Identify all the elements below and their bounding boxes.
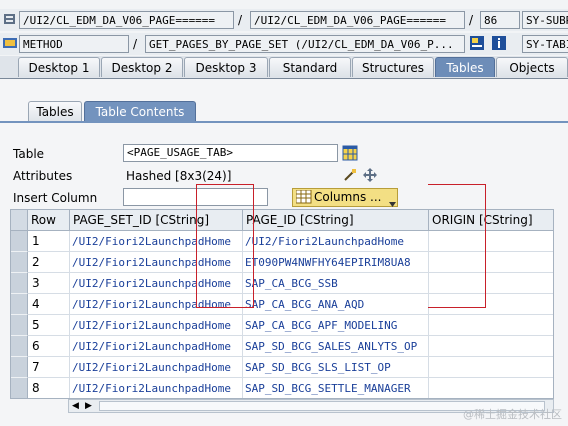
cell-origin[interactable] [429, 231, 553, 252]
cell-page-set-id[interactable]: /UI2/Fiori2LaunchpadHome [70, 315, 243, 336]
info-icon[interactable] [491, 35, 507, 51]
column-header-origin[interactable]: ORIGIN [CString] [429, 210, 553, 231]
tab-structures[interactable]: Structures [352, 57, 434, 77]
display-icon[interactable] [469, 35, 485, 51]
columns-button[interactable]: Columns ... [292, 188, 398, 207]
row-selector[interactable] [11, 357, 28, 378]
tab-objects[interactable]: Objects [496, 57, 568, 77]
watermark: @稀土掘金技术社区 [463, 408, 562, 421]
header-row-2: METHOD / GET_PAGES_BY_PAGE_SET (/UI2/CL_… [0, 33, 568, 55]
cell-page-set-id[interactable]: /UI2/Fiori2LaunchpadHome [70, 294, 243, 315]
insert-column-label: Insert Column [13, 191, 98, 205]
cell-page-set-id[interactable]: /UI2/Fiori2LaunchpadHome [70, 357, 243, 378]
row-selector[interactable] [11, 252, 28, 273]
edit-icon[interactable] [342, 167, 358, 183]
subtab-underline [0, 121, 568, 123]
annotation-line [196, 184, 197, 308]
annotation-line [196, 184, 254, 185]
cell-page-set-id[interactable]: /UI2/Fiori2LaunchpadHome [70, 252, 243, 273]
move-icon[interactable] [362, 167, 378, 183]
cell-page-set-id[interactable]: /UI2/Fiori2LaunchpadHome [70, 231, 243, 252]
column-header-page-id[interactable]: PAGE_ID [CString] [243, 210, 429, 231]
scroll-right-icon[interactable]: ▶ [85, 401, 92, 411]
tab-desktop-1[interactable]: Desktop 1 [18, 57, 100, 77]
cell-row[interactable]: 5 [28, 315, 70, 336]
line-number-field[interactable]: 86 [480, 11, 520, 29]
column-header-row[interactable]: Row [28, 210, 70, 231]
breakpoint-icon[interactable] [2, 11, 18, 27]
include-field[interactable]: /UI2/CL_EDM_DA_V06_PAGE====== [250, 11, 465, 29]
cell-page-id[interactable]: SAP_SD_BCG_SALES_ANLYTS_OP [243, 336, 429, 357]
event-type-field[interactable]: METHOD [19, 35, 129, 53]
method-icon [2, 35, 18, 51]
table-contents-grid: Row PAGE_SET_ID [CString] PAGE_ID [CStri… [10, 209, 554, 399]
cell-page-id[interactable]: ET090PW4NWFHY64EPIRIM8UA8 [243, 252, 429, 273]
event-name-field[interactable]: GET_PAGES_BY_PAGE_SET (/UI2/CL_EDM_DA_V0… [145, 35, 465, 53]
columns-grid-icon [295, 189, 312, 209]
cell-origin[interactable] [429, 336, 553, 357]
cell-page-id[interactable]: /UI2/Fiori2LaunchpadHome [243, 231, 429, 252]
row-selector[interactable] [11, 294, 28, 315]
row-selector[interactable] [11, 273, 28, 294]
annotation-line [253, 184, 254, 308]
table-view-icon[interactable] [342, 145, 358, 161]
cell-page-set-id[interactable]: /UI2/Fiori2LaunchpadHome [70, 273, 243, 294]
row-selector[interactable] [11, 315, 28, 336]
tab-desktop-3[interactable]: Desktop 3 [184, 57, 268, 77]
cell-page-id[interactable]: SAP_CA_BCG_SSB [243, 273, 429, 294]
row-selector[interactable] [11, 378, 28, 398]
cell-origin[interactable] [429, 378, 553, 398]
subtab-tables[interactable]: Tables [28, 101, 82, 121]
table-label: Table [13, 147, 45, 161]
separator: / [469, 13, 474, 27]
cell-row[interactable]: 1 [28, 231, 70, 252]
table-name-input[interactable]: <PAGE_USAGE_TAB> [123, 144, 338, 162]
cell-origin[interactable] [429, 294, 553, 315]
cell-row[interactable]: 8 [28, 378, 70, 398]
scroll-left-icon[interactable]: ◀ [72, 401, 79, 411]
program-field[interactable]: /UI2/CL_EDM_DA_V06_PAGE====== [19, 11, 234, 29]
attributes-value: Hashed [8x3(24)] [126, 169, 232, 183]
cell-origin[interactable] [429, 273, 553, 294]
attributes-label: Attributes [13, 169, 73, 183]
column-header-page-set-id[interactable]: PAGE_SET_ID [CString] [70, 210, 243, 231]
annotation-line [196, 307, 254, 308]
cell-page-set-id[interactable]: /UI2/Fiori2LaunchpadHome [70, 336, 243, 357]
tab-desktop-2[interactable]: Desktop 2 [101, 57, 183, 77]
cell-row[interactable]: 7 [28, 357, 70, 378]
annotation-line [485, 184, 486, 308]
select-all-header[interactable] [11, 210, 28, 231]
separator: / [133, 37, 138, 51]
sy-tabix-field[interactable]: SY-TABIX [522, 35, 568, 53]
subtab-table-contents[interactable]: Table Contents [84, 101, 196, 121]
cell-origin[interactable] [429, 315, 553, 336]
cell-row[interactable]: 4 [28, 294, 70, 315]
annotation-line [428, 307, 486, 308]
header-row-1: /UI2/CL_EDM_DA_V06_PAGE====== / /UI2/CL_… [0, 9, 568, 31]
cell-origin[interactable] [429, 252, 553, 273]
tab-tables[interactable]: Tables [435, 57, 495, 77]
cell-page-id[interactable]: SAP_SD_BCG_SLS_LIST_OP [243, 357, 429, 378]
cell-row[interactable]: 6 [28, 336, 70, 357]
sy-subrc-field[interactable]: SY-SUBRC [522, 11, 568, 29]
cell-page-set-id[interactable]: /UI2/Fiori2LaunchpadHome [70, 378, 243, 398]
cell-origin[interactable] [429, 357, 553, 378]
cell-row[interactable]: 3 [28, 273, 70, 294]
annotation-line [428, 184, 486, 185]
desktop-tabstrip: Desktop 1 Desktop 2 Desktop 3 Standard S… [0, 56, 568, 79]
row-selector[interactable] [11, 336, 28, 357]
row-selector[interactable] [11, 231, 28, 252]
cell-page-id[interactable]: SAP_SD_BCG_SETTLE_MANAGER [243, 378, 429, 398]
columns-button-label: Columns ... [314, 190, 382, 204]
tab-standard[interactable]: Standard [269, 57, 351, 77]
separator: / [238, 13, 243, 27]
cell-page-id[interactable]: SAP_CA_BCG_ANA_AQD [243, 294, 429, 315]
cell-row[interactable]: 2 [28, 252, 70, 273]
cell-page-id[interactable]: SAP_CA_BCG_APF_MODELING [243, 315, 429, 336]
